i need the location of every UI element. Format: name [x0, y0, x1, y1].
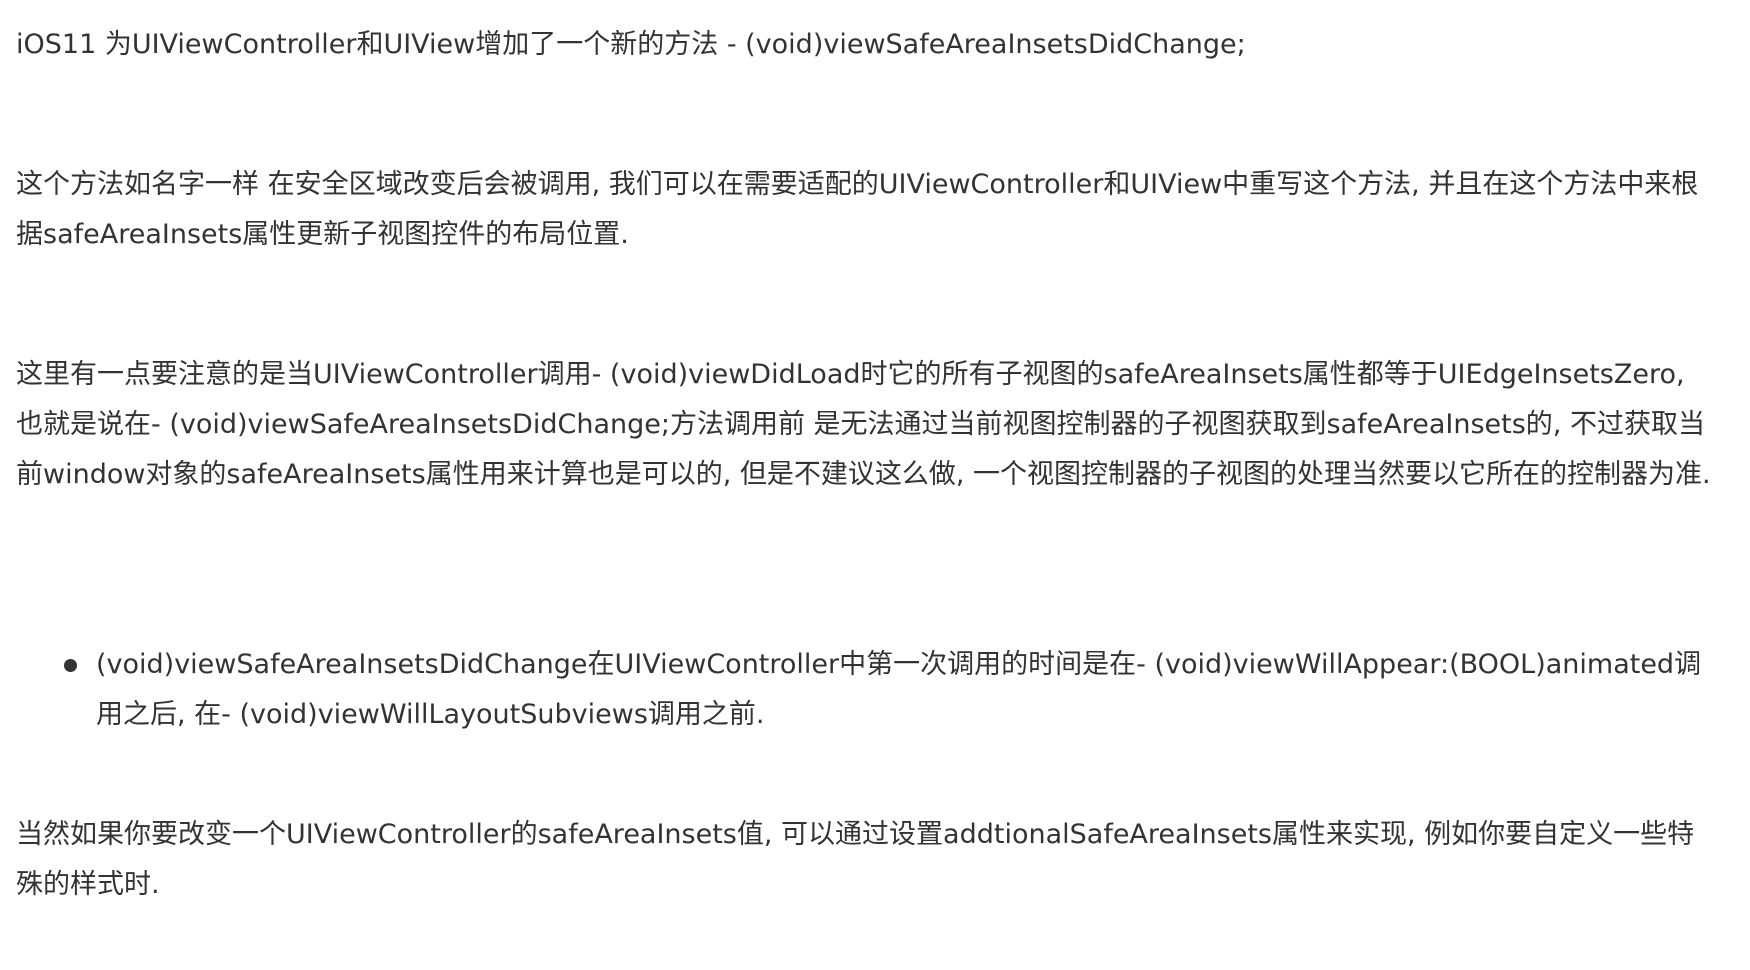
bullet-dot-icon	[64, 659, 77, 672]
list-item-text: (void)viewSafeAreaInsetsDidChange在UIView…	[96, 649, 1702, 730]
paragraph-closing: 当然如果你要改变一个UIViewController的safeAreaInset…	[16, 819, 1695, 900]
paragraph-intro: iOS11 为UIViewController和UIView增加了一个新的方法 …	[16, 29, 1246, 60]
bullet-list: (void)viewSafeAreaInsetsDidChange在UIView…	[16, 640, 1716, 740]
list-item: (void)viewSafeAreaInsetsDidChange在UIView…	[16, 640, 1716, 740]
paragraph-note: 这里有一点要注意的是当UIViewController调用- (void)vie…	[16, 359, 1711, 490]
paragraph-method-purpose: 这个方法如名字一样 在安全区域改变后会被调用, 我们可以在需要适配的UIView…	[16, 169, 1699, 250]
